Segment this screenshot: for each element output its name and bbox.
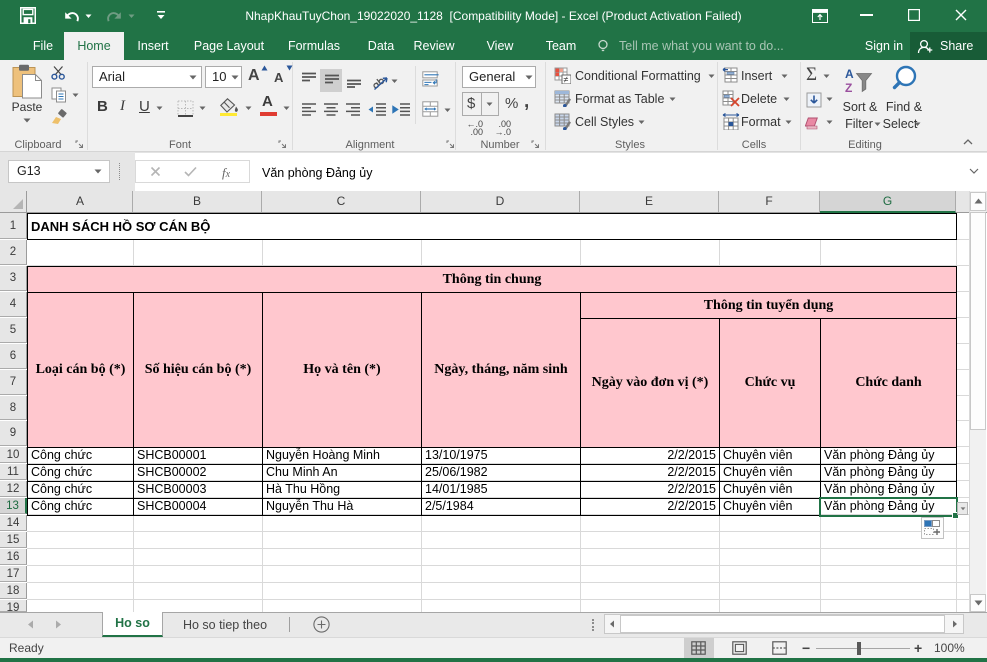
svg-text:Z: Z — [845, 81, 852, 94]
svg-text:≠: ≠ — [564, 75, 569, 85]
svg-text:A: A — [845, 67, 854, 81]
